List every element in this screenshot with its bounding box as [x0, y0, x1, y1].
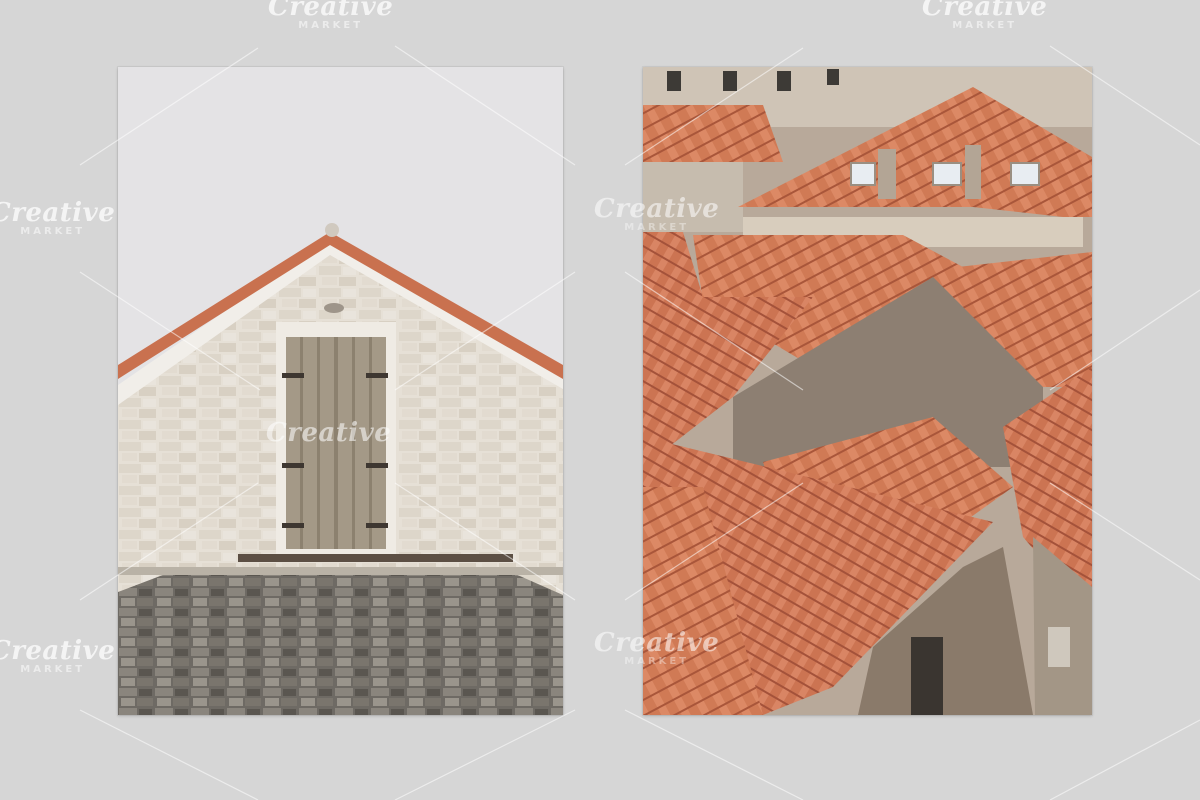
watermark-lines: [79, 45, 1200, 800]
